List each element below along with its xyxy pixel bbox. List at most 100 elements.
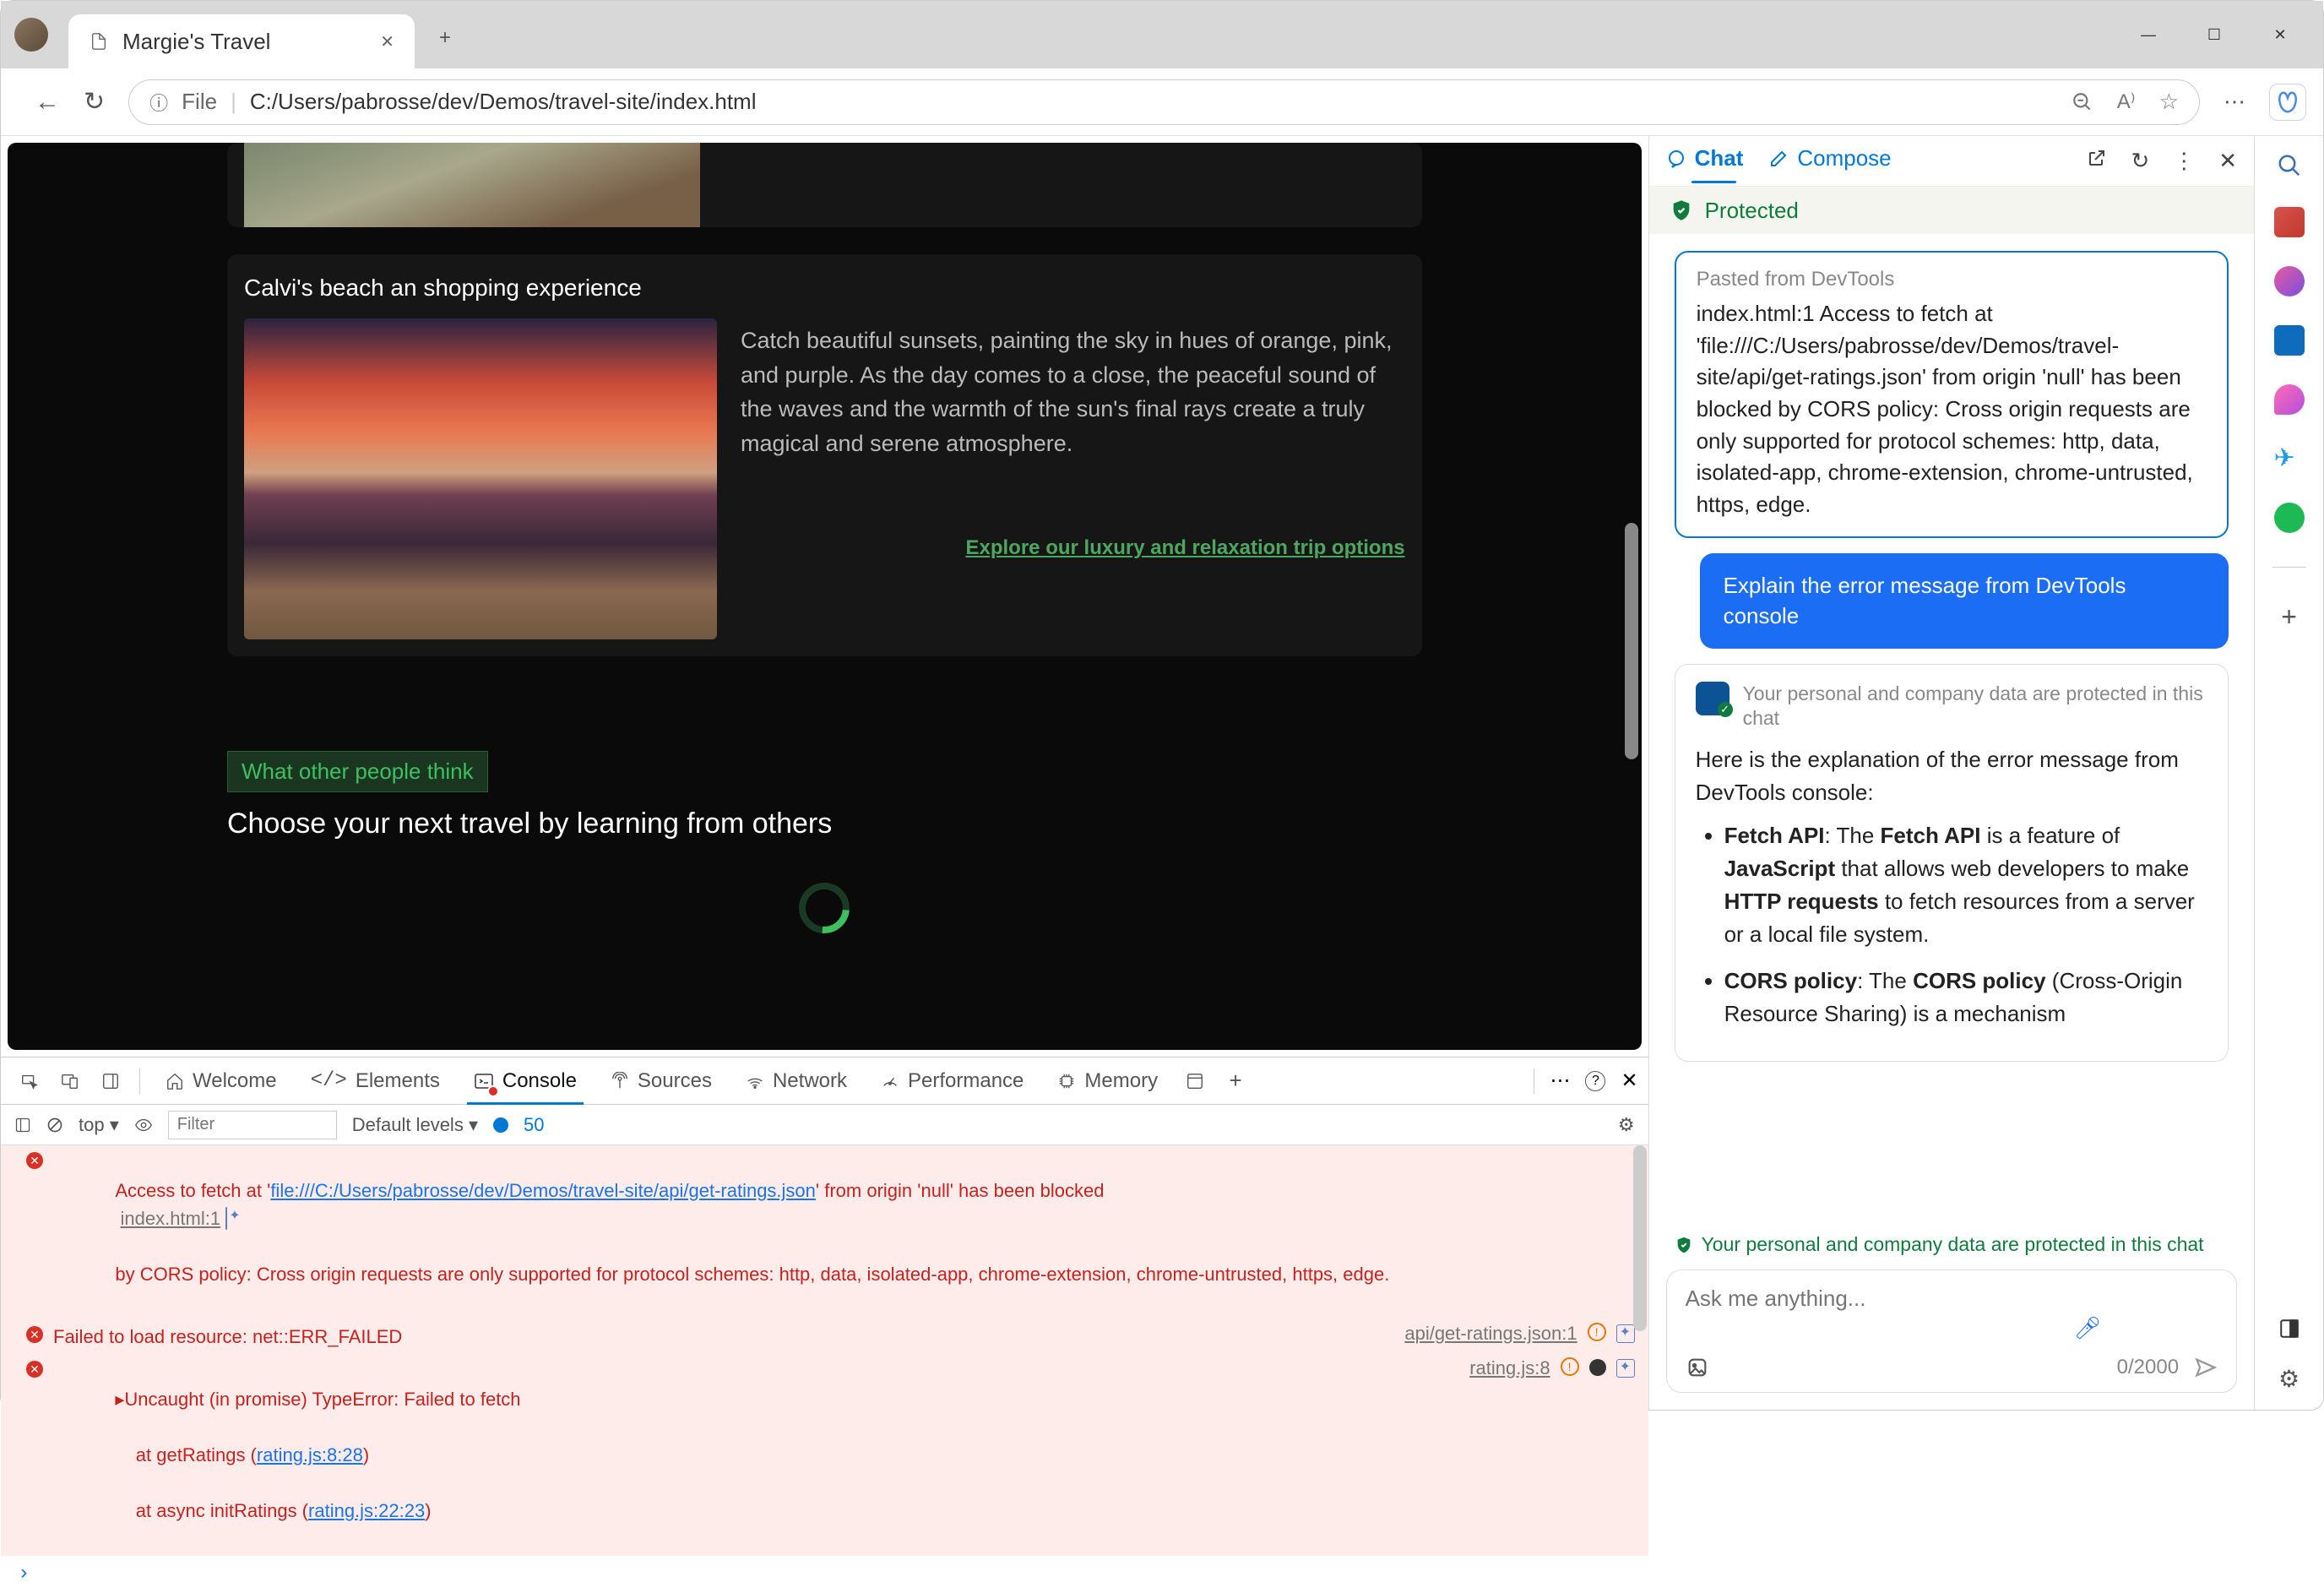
log-source-link[interactable]: api/get-ratings.json:1	[1404, 1323, 1577, 1345]
add-rail-icon[interactable]: +	[2281, 601, 2297, 633]
new-tab-button[interactable]: +	[428, 21, 462, 55]
back-button[interactable]: ←	[35, 88, 60, 117]
more-icon[interactable]: ⋮	[2173, 148, 2195, 174]
send-button[interactable]	[2194, 1356, 2218, 1379]
devtools-close-button[interactable]: ✕	[1621, 1068, 1637, 1093]
tab-welcome[interactable]: Welcome	[150, 1057, 292, 1104]
copilot-tabs: Chat Compose ↻ ⋮ ✕	[1649, 136, 2254, 187]
site-info-icon[interactable]: ⓘ	[149, 89, 168, 116]
add-tab-button[interactable]: +	[1217, 1063, 1254, 1100]
edge-sidebar-rail: ✈ + ⚙	[2254, 136, 2323, 1410]
log-source-link[interactable]: rating.js:8	[1469, 1357, 1550, 1379]
refresh-button[interactable]: ↻	[84, 87, 105, 117]
chat-input[interactable]	[1686, 1286, 2218, 1312]
card-title: Calvi's beach an shopping experience	[244, 275, 1405, 302]
breakpoint-icon[interactable]	[1589, 1359, 1606, 1376]
issue-badge-icon[interactable]: !	[1561, 1357, 1579, 1376]
clear-console-button[interactable]	[46, 1117, 63, 1134]
console-scrollbar[interactable]	[1633, 1145, 1647, 1331]
settings-rail-icon[interactable]: ⚙	[2278, 1365, 2300, 1393]
open-link-icon[interactable]	[2087, 148, 2107, 174]
search-rail-icon[interactable]	[2277, 153, 2302, 178]
device-toggle-button[interactable]	[52, 1063, 89, 1100]
content-card	[227, 143, 1422, 227]
error-icon: ✕	[26, 1326, 43, 1343]
assistant-response: Your personal and company data are prote…	[1675, 664, 2229, 1063]
log-link[interactable]: file:///C:/Users/pabrosse/dev/Demos/trav…	[270, 1180, 816, 1201]
copilot-explain-icon[interactable]	[225, 1207, 227, 1230]
console-prompt[interactable]: ›	[1, 1556, 1648, 1592]
console-settings-icon[interactable]: ⚙	[1618, 1114, 1635, 1136]
tab-chat[interactable]: Chat	[1666, 145, 1744, 177]
page-scrollbar[interactable]	[1623, 143, 1638, 1050]
log-link[interactable]: rating.js:22:23	[308, 1500, 425, 1521]
page-icon	[89, 31, 109, 52]
address-bar[interactable]: ⓘ File | C:/Users/pabrosse/dev/Demos/tra…	[128, 79, 2200, 125]
tab-memory[interactable]: Memory	[1042, 1057, 1173, 1104]
scheme-label: File	[182, 89, 217, 115]
pasted-context-box: Pasted from DevTools index.html:1 Access…	[1675, 251, 2229, 538]
tab-compose[interactable]: Compose	[1768, 145, 1891, 177]
card-link[interactable]: Explore our luxury and relaxation trip o…	[741, 536, 1405, 560]
minimize-button[interactable]: —	[2136, 26, 2161, 44]
filter-input[interactable]	[168, 1111, 337, 1139]
copilot-sidepanel: Chat Compose ↻ ⋮ ✕ Protected Pasted from…	[1648, 136, 2254, 1410]
more-tools-button[interactable]: ⋯	[1550, 1068, 1570, 1093]
mic-icon[interactable]: 🎤︎	[2074, 1315, 2102, 1341]
console-error-row[interactable]: ✕ Access to fetch at 'file:///C:/Users/p…	[1, 1145, 1648, 1319]
spotify-rail-icon[interactable]	[2274, 503, 2305, 533]
log-link[interactable]: rating.js:8:28	[257, 1444, 363, 1465]
copilot-explain-icon[interactable]	[1616, 1359, 1635, 1378]
issue-badge-icon[interactable]: !	[1588, 1323, 1606, 1341]
tab-performance[interactable]: Performance	[866, 1057, 1039, 1104]
chat-input-area[interactable]: 🎤︎ 0/2000	[1666, 1270, 2237, 1393]
error-icon: ✕	[26, 1361, 43, 1378]
issues-dot-icon	[493, 1117, 508, 1133]
copilot-toggle-button[interactable]	[2269, 84, 2306, 121]
favorite-icon[interactable]: ☆	[2159, 89, 2179, 115]
profile-avatar[interactable]	[14, 18, 48, 52]
microsoft365-rail-icon[interactable]	[2274, 266, 2305, 296]
shield-icon	[1696, 682, 1729, 715]
console-filter-bar: top ▾ Default levels ▾ 50 ⚙	[1, 1105, 1648, 1145]
console-error-row[interactable]: ✕ ▸Uncaught (in promise) TypeError: Fail…	[1, 1354, 1648, 1556]
url-text: C:/Users/pabrosse/dev/Demos/travel-site/…	[250, 89, 757, 115]
outlook-rail-icon[interactable]	[2274, 325, 2305, 356]
more-menu-button[interactable]: ⋯	[2224, 89, 2245, 115]
attach-image-icon[interactable]	[1686, 1356, 1709, 1379]
sidebar-toggle-icon[interactable]	[14, 1117, 31, 1134]
log-source-link[interactable]: index.html:1	[120, 1208, 220, 1229]
tab-sources[interactable]: Sources	[595, 1057, 727, 1104]
user-message: Explain the error message from DevTools …	[1700, 553, 2229, 649]
zoom-icon[interactable]	[2072, 91, 2093, 113]
close-tab-button[interactable]: ✕	[380, 31, 394, 52]
tab-app[interactable]	[1176, 1063, 1214, 1100]
close-sidepanel-button[interactable]: ✕	[2218, 148, 2237, 174]
send-rail-icon[interactable]: ✈	[2274, 443, 2305, 474]
devtools-tabs: Welcome </>Elements Console Sources Netw…	[1, 1057, 1648, 1105]
maximize-button[interactable]: ☐	[2202, 26, 2227, 44]
help-button[interactable]: ?	[1585, 1071, 1605, 1091]
tab-network[interactable]: Network	[730, 1057, 862, 1104]
section-badge: What other people think	[227, 751, 488, 792]
levels-selector[interactable]: Default levels ▾	[352, 1114, 478, 1136]
browser-tab[interactable]: Margie's Travel ✕	[68, 14, 415, 68]
console-error-row[interactable]: ✕ Failed to load resource: net::ERR_FAIL…	[1, 1319, 1648, 1354]
close-window-button[interactable]: ✕	[2267, 26, 2293, 44]
tab-console[interactable]: Console	[459, 1057, 592, 1104]
page-viewport[interactable]: Calvi's beach an shopping experience Cat…	[8, 143, 1642, 1050]
split-rail-icon[interactable]	[2278, 1318, 2300, 1340]
copilot-explain-icon[interactable]	[1616, 1324, 1635, 1343]
dock-button[interactable]	[92, 1063, 129, 1100]
designer-rail-icon[interactable]	[2274, 384, 2305, 415]
tab-elements[interactable]: </>Elements	[296, 1057, 455, 1104]
tools-rail-icon[interactable]	[2274, 207, 2305, 237]
paste-content: index.html:1 Access to fetch at 'file://…	[1697, 298, 2207, 521]
inspect-button[interactable]	[11, 1063, 48, 1100]
refresh-icon[interactable]: ↻	[2131, 148, 2149, 174]
live-expression-icon[interactable]	[134, 1116, 153, 1134]
context-selector[interactable]: top ▾	[79, 1114, 119, 1136]
read-aloud-icon[interactable]: A⁾	[2117, 90, 2136, 114]
issues-count[interactable]: 50	[524, 1114, 544, 1136]
console-log: ✕ Access to fetch at 'file:///C:/Users/p…	[1, 1145, 1648, 1592]
